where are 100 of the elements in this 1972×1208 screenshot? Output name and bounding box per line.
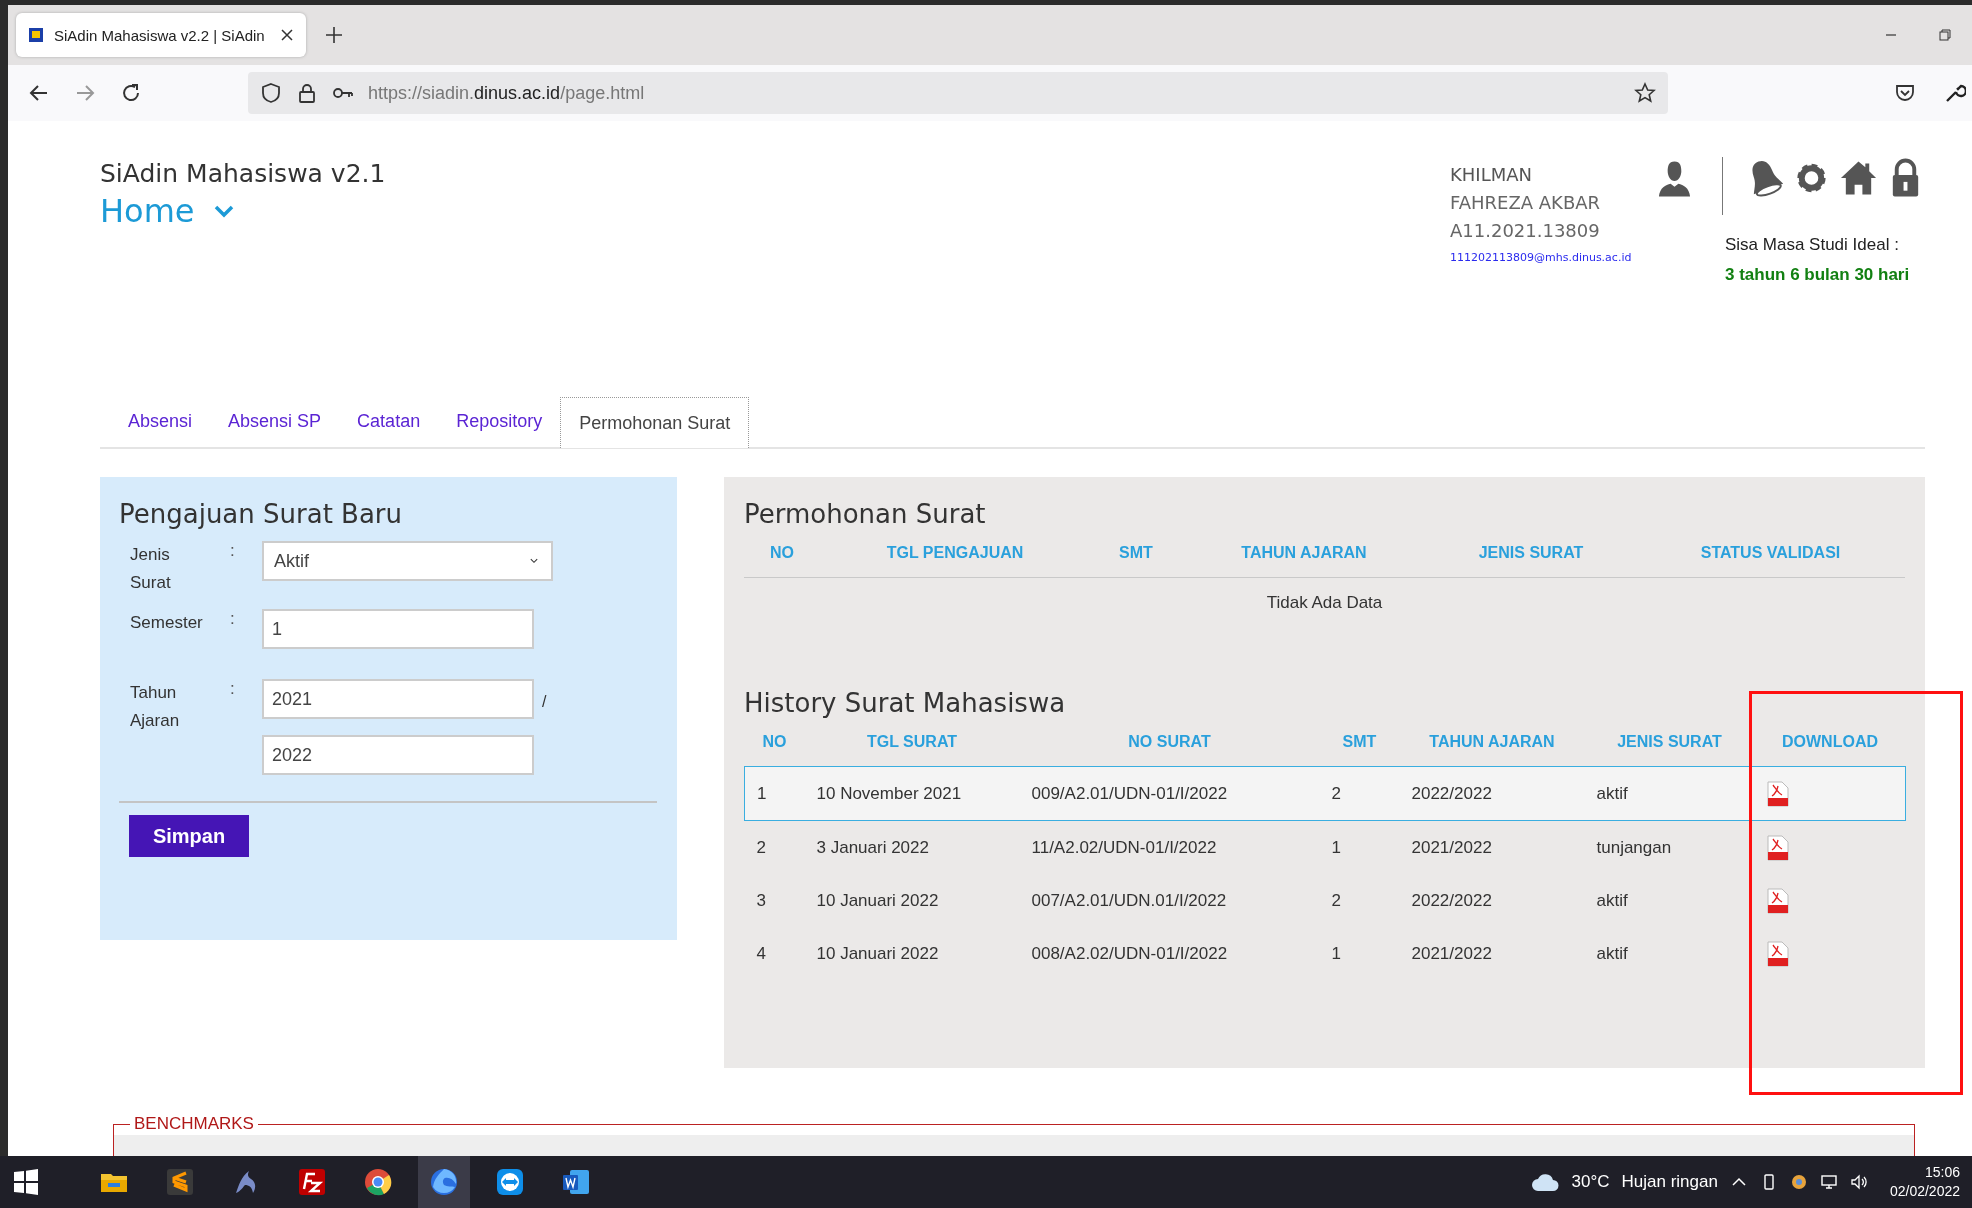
- monitor-icon[interactable]: [1819, 1173, 1838, 1191]
- field-label: Jenis Surat: [129, 544, 172, 594]
- colon-text: :: [230, 679, 236, 700]
- input-field[interactable]: 2022: [262, 735, 534, 775]
- column-header: DOWNLOAD: [1754, 718, 1906, 767]
- table-cell-text: aktif: [1595, 889, 1629, 912]
- url-text: https://siadin.dinus.ac.id/page.html: [368, 82, 645, 104]
- weather-text[interactable]: Hujan ringan: [1621, 1172, 1718, 1192]
- plus-icon[interactable]: [324, 25, 344, 45]
- field-label: Tahun Ajaran: [129, 682, 181, 732]
- table-cell-text: 10 Januari 2022: [815, 889, 940, 912]
- star-icon[interactable]: [1634, 82, 1656, 104]
- table-cell: tunjangan: [1584, 820, 1755, 874]
- field-label: Semester: [129, 612, 204, 634]
- shield-icon: [260, 82, 282, 104]
- address-bar[interactable]: https://siadin.dinus.ac.id/page.html: [248, 72, 1668, 114]
- wrench-icon[interactable]: [1944, 82, 1966, 104]
- table-cell-text: 2022/2022: [1410, 889, 1493, 912]
- pdf-file-icon[interactable]: [1766, 780, 1789, 807]
- table-cell-text: 008/A2.02/UDN-01/I/2022: [1030, 942, 1229, 965]
- column-header: SMT: [1319, 718, 1400, 767]
- lock-icon: [296, 82, 318, 104]
- user-name: FAHREZA AKBAR: [1450, 191, 1602, 215]
- browser-ball-icon[interactable]: [363, 1167, 393, 1197]
- table-cell: 009/A2.01/UDN-01/I/2022: [1019, 766, 1320, 821]
- column-header: TGL PENGAJUAN: [820, 529, 1090, 578]
- w-logo-icon[interactable]: [561, 1167, 591, 1197]
- table-row[interactable]: 4 10 Januari 2022 008/A2.02/UDN-01/I/2022 1 2021/2022 aktif: [744, 927, 1906, 980]
- column-header: NO: [744, 718, 805, 767]
- separator-text: /: [542, 693, 547, 711]
- table-cell-text: 2021/2022: [1410, 942, 1493, 965]
- column-header: TAHUN AJARAN: [1182, 529, 1426, 578]
- input-field[interactable]: 2021: [262, 679, 534, 719]
- reload-icon[interactable]: [120, 82, 142, 104]
- close-icon[interactable]: [280, 28, 294, 42]
- pdf-file-icon[interactable]: [1766, 834, 1789, 861]
- column-header: TAHUN AJARAN: [1399, 718, 1585, 767]
- table-cell-text: 10 Januari 2022: [815, 942, 940, 965]
- speaker-icon[interactable]: [1849, 1173, 1868, 1191]
- study-label: Sisa Masa Studi Ideal :: [1725, 235, 1900, 255]
- column-header: JENIS SURAT: [1426, 529, 1636, 578]
- tab[interactable]: Absensi SP: [210, 397, 340, 445]
- input-field[interactable]: 1: [262, 609, 534, 649]
- table-cell-text: aktif: [1595, 942, 1629, 965]
- table-cell: 1: [744, 766, 805, 821]
- table-cell-text: 4: [755, 942, 767, 965]
- site-favicon: [28, 27, 44, 43]
- table-cell-text: 2: [1330, 889, 1342, 912]
- pdf-file-icon[interactable]: [1766, 887, 1789, 914]
- circle-icon[interactable]: [1789, 1173, 1808, 1191]
- table-cell: 3 Januari 2022: [804, 820, 1020, 874]
- caret-icon[interactable]: [212, 204, 235, 218]
- table-cell: 1: [1319, 820, 1400, 874]
- clock-time[interactable]: 15:06: [1924, 1163, 1960, 1182]
- colon-text: :: [230, 609, 236, 630]
- clock-date[interactable]: 02/02/2022: [1889, 1182, 1960, 1201]
- panel-title: Permohonan Surat: [744, 499, 987, 529]
- column-header: JENIS SURAT: [1584, 718, 1755, 767]
- table-cell: 2: [744, 820, 805, 874]
- globe-icon[interactable]: [429, 1167, 459, 1197]
- user-name: KHILMAN: [1450, 163, 1533, 187]
- s-logo-icon[interactable]: [165, 1167, 195, 1197]
- browser-tab[interactable]: SiAdin Mahasiswa v2.2 | SiAdin: [16, 13, 306, 57]
- pocket-icon[interactable]: [1894, 82, 1916, 104]
- table-cell: 2: [1319, 766, 1400, 821]
- cloud-icon[interactable]: [1529, 1171, 1560, 1193]
- colon-text: :: [230, 541, 236, 562]
- fz-logo-icon[interactable]: [297, 1167, 327, 1197]
- empty-message: Tidak Ada Data: [744, 577, 1905, 628]
- table-cell: 11/A2.02/UDN-01/I/2022: [1019, 820, 1320, 874]
- column-header: SMT: [1090, 529, 1182, 578]
- windows-logo-icon[interactable]: [11, 1167, 41, 1197]
- study-remaining: 3 tahun 6 bulan 30 hari: [1725, 265, 1911, 285]
- table-row[interactable]: 1 10 November 2021 009/A2.01/UDN-01/I/2022 2 2022/2022 aktif: [744, 766, 1906, 821]
- tab[interactable]: Repository: [438, 397, 561, 445]
- table-cell-text: 1: [1330, 942, 1342, 965]
- table-cell-text: 007/A2.01/UDN.01/I/2022: [1030, 889, 1228, 912]
- restore-icon[interactable]: [1938, 28, 1952, 42]
- email-link[interactable]: 111202113809@mhs.dinus.ac.id: [1450, 251, 1650, 264]
- save-button[interactable]: Simpan: [129, 815, 249, 857]
- table-cell: 2022/2022: [1399, 766, 1585, 821]
- column-header: TGL SURAT: [804, 718, 1020, 767]
- table-cell: 10 November 2021: [804, 766, 1020, 821]
- tab[interactable]: Catatan: [339, 397, 439, 445]
- pdf-file-icon[interactable]: [1766, 940, 1789, 967]
- dropdown[interactable]: Aktif: [262, 541, 553, 581]
- student-id: A11.2021.13809: [1450, 219, 1601, 243]
- tab-title: SiAdin Mahasiswa v2.2 | SiAdin: [54, 26, 266, 44]
- tab[interactable]: Absensi: [110, 397, 211, 445]
- panel-title: History Surat Mahasiswa: [744, 688, 1067, 718]
- temperature-text[interactable]: 30°C: [1571, 1172, 1610, 1192]
- table-cell-text: 3: [755, 889, 767, 912]
- app-title: SiAdin Mahasiswa v2.1: [100, 159, 387, 188]
- table-row[interactable]: 3 10 Januari 2022 007/A2.01/UDN.01/I/2022 2 2022/2022 aktif: [744, 874, 1906, 927]
- tab[interactable]: Permohonan Surat: [560, 397, 750, 448]
- column-header: STATUS VALIDASI: [1636, 529, 1905, 578]
- panel-title: Pengajuan Surat Baru: [119, 499, 404, 529]
- table-cell: aktif: [1584, 766, 1755, 821]
- table-row[interactable]: 2 3 Januari 2022 11/A2.02/UDN-01/I/2022 1 2021/2022 tunjangan: [744, 820, 1906, 874]
- column-header: NO SURAT: [1019, 718, 1320, 767]
